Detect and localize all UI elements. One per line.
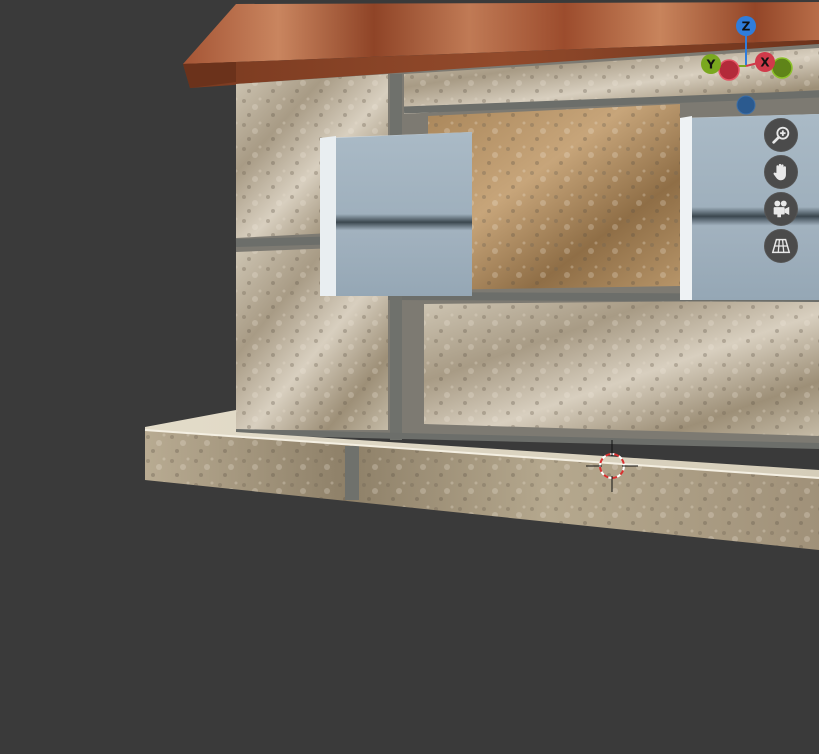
perspective-toggle-button[interactable]: [764, 229, 798, 263]
magnifier-plus-icon: [772, 126, 790, 144]
camera-icon: [773, 200, 790, 218]
3d-viewport[interactable]: Z Y X: [0, 0, 819, 754]
scene-render[interactable]: [0, 0, 819, 754]
grid-perspective-icon: [771, 238, 791, 254]
pan-button[interactable]: [764, 155, 798, 189]
hand-icon: [773, 163, 786, 181]
camera-view-button[interactable]: [764, 192, 798, 226]
window-right[interactable]: [680, 114, 819, 300]
window-left[interactable]: [320, 132, 472, 296]
zoom-button[interactable]: [764, 118, 798, 152]
